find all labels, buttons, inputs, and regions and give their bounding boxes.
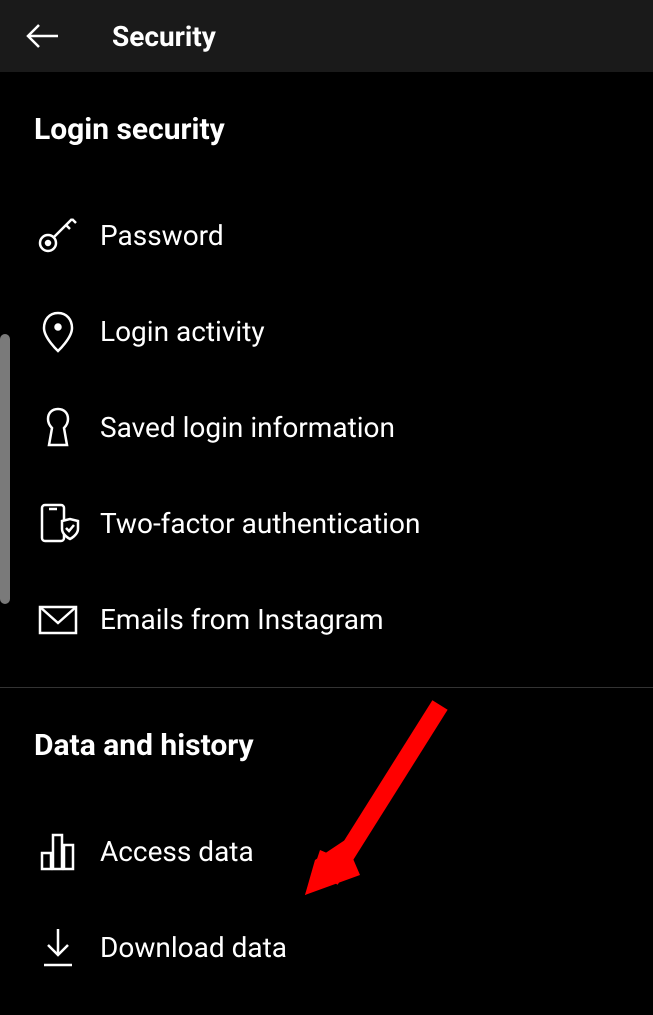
download-icon — [34, 923, 82, 971]
menu-label: Download data — [100, 931, 287, 964]
section-title: Login security — [34, 112, 619, 147]
content: Login security Password Login — [0, 72, 653, 1015]
arrow-left-icon — [24, 18, 60, 54]
header: Security — [0, 0, 653, 72]
menu-item-two-factor[interactable]: Two-factor authentication — [34, 475, 619, 571]
location-pin-icon — [34, 307, 82, 355]
menu-item-emails[interactable]: Emails from Instagram — [34, 571, 619, 667]
menu-item-download-data[interactable]: Download data — [34, 899, 619, 995]
keyhole-icon — [34, 403, 82, 451]
section-title: Data and history — [34, 728, 619, 763]
menu-label: Two-factor authentication — [100, 507, 420, 540]
bar-chart-icon — [34, 827, 82, 875]
menu-label: Access data — [100, 835, 254, 868]
section-data-history: Data and history Access data Download da… — [0, 688, 653, 1015]
scroll-indicator[interactable] — [0, 334, 10, 604]
key-icon — [34, 211, 82, 259]
menu-item-access-data[interactable]: Access data — [34, 803, 619, 899]
menu-item-login-activity[interactable]: Login activity — [34, 283, 619, 379]
menu-item-password[interactable]: Password — [34, 187, 619, 283]
section-login-security: Login security Password Login — [0, 72, 653, 687]
menu-item-saved-login[interactable]: Saved login information — [34, 379, 619, 475]
back-button[interactable] — [20, 14, 64, 58]
page-title: Security — [112, 20, 216, 53]
menu-label: Password — [100, 219, 224, 252]
device-shield-icon — [34, 499, 82, 547]
menu-label: Emails from Instagram — [100, 603, 384, 636]
envelope-icon — [34, 595, 82, 643]
menu-label: Saved login information — [100, 411, 395, 444]
menu-label: Login activity — [100, 315, 265, 348]
